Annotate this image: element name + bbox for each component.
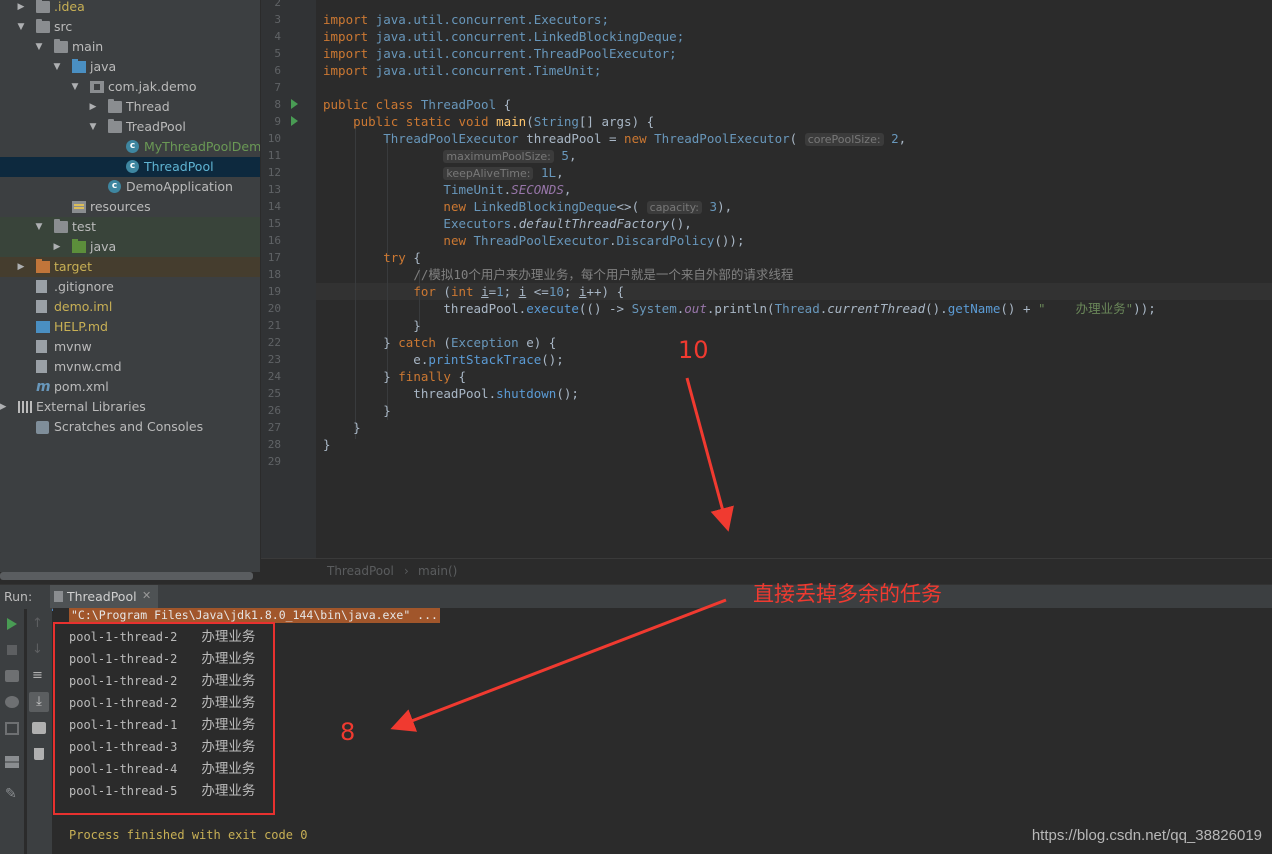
arrow-down: [685, 377, 734, 532]
arrow-left: [390, 598, 727, 732]
watermark: https://blog.csdn.net/qq_38826019: [1031, 827, 1262, 844]
annotation-arrows: [390, 377, 734, 732]
